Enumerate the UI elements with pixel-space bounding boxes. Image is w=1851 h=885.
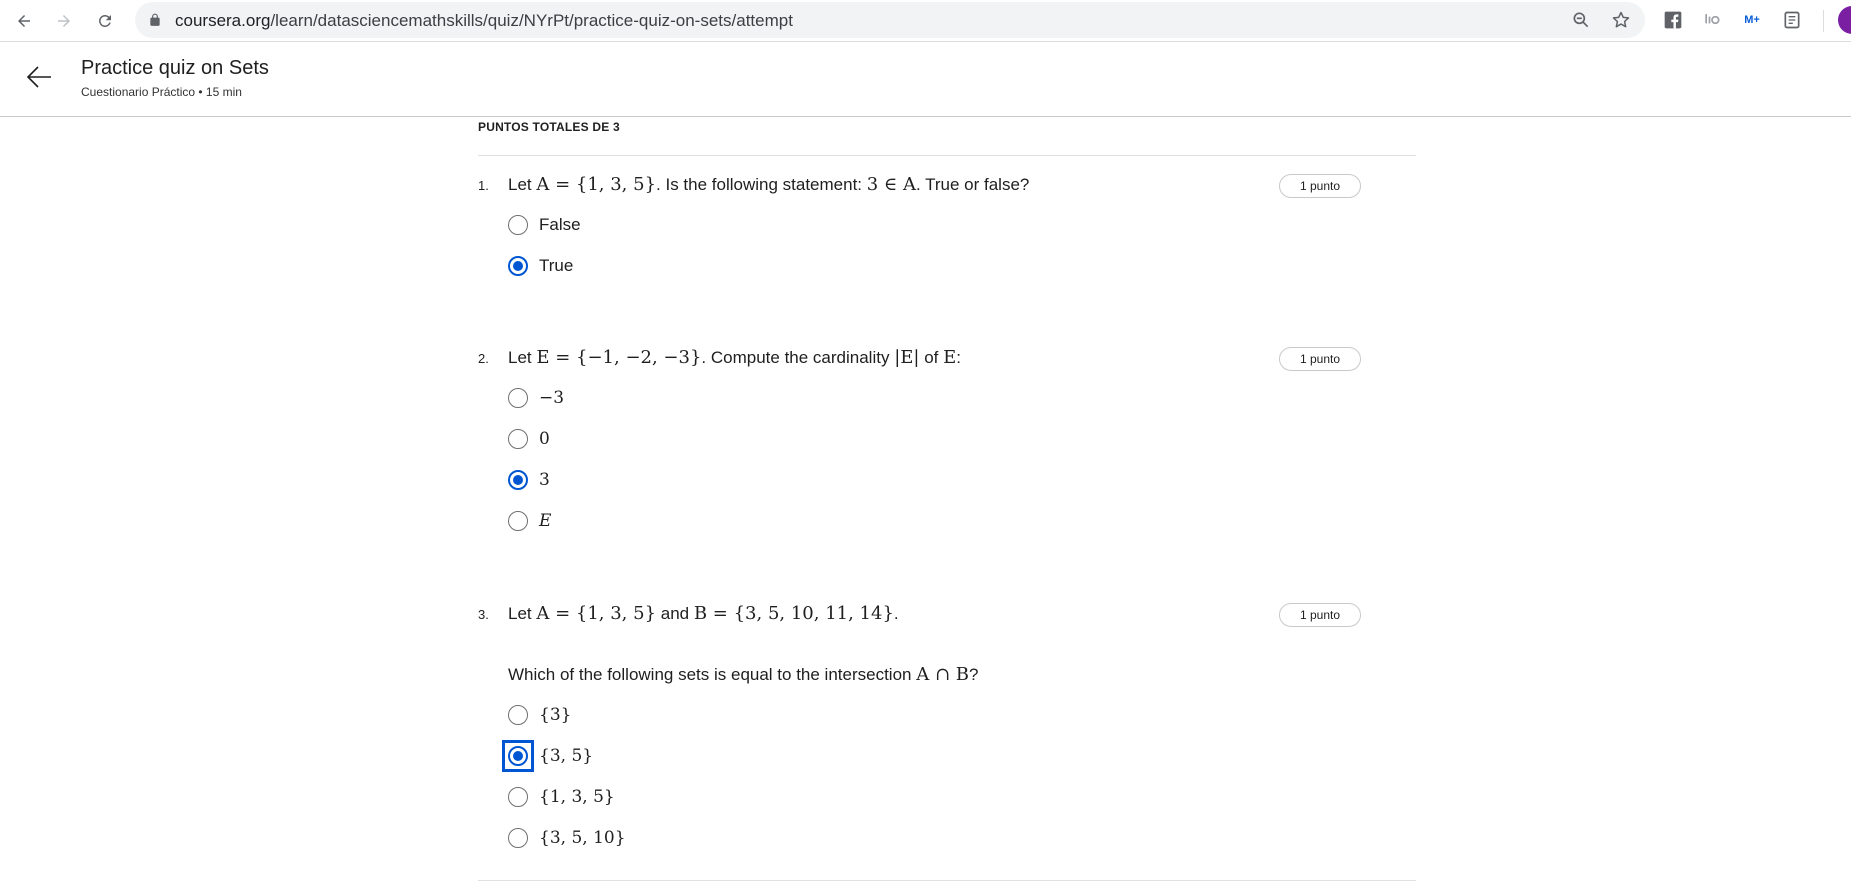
arrow-right-icon: [58, 15, 70, 27]
question-text-part: :: [956, 348, 961, 367]
question-text-part: and: [656, 604, 694, 623]
question-text-part: Let: [508, 175, 537, 194]
radio-button[interactable]: [508, 388, 528, 408]
math-expression: A = {1, 3, 5}: [536, 174, 657, 195]
option-set-3[interactable]: {3}: [508, 701, 571, 729]
option-e[interactable]: E: [508, 507, 551, 535]
url-path: /learn/datasciencemathskills/quiz/NYrPt/…: [270, 11, 793, 30]
page-subtitle: Cuestionario Práctico • 15 min: [81, 85, 242, 99]
question-text-part: Let: [508, 604, 537, 623]
question-text: Let E = {−1, −2, −3}. Compute the cardin…: [508, 347, 961, 368]
total-points: PUNTOS TOTALES DE 3: [478, 120, 620, 134]
scroll-ext-icon[interactable]: [1781, 9, 1803, 31]
question-text-part: . Is the following statement:: [656, 175, 867, 194]
math-expression: |E|: [894, 347, 920, 368]
profile-avatar[interactable]: [1838, 6, 1851, 34]
option-label: False: [539, 215, 581, 234]
question-text-part: Which of the following sets is equal to …: [508, 665, 917, 684]
address-bar[interactable]: coursera.org/learn/datasciencemathskills…: [135, 2, 1645, 38]
question-text-part: . Compute the cardinality: [701, 348, 895, 367]
question-text-part: of: [919, 348, 944, 367]
option-label: {1, 3, 5}: [539, 787, 615, 807]
reload-icon: [99, 15, 111, 27]
option-minus-3[interactable]: −3: [508, 384, 564, 412]
focus-ring: [502, 740, 534, 772]
question-subtext: Which of the following sets is equal to …: [508, 664, 978, 685]
radio-button[interactable]: [508, 215, 528, 235]
points-badge: 1 punto: [1279, 347, 1361, 371]
option-label: {3}: [539, 705, 572, 725]
lock-icon: [150, 13, 160, 26]
radio-button-selected[interactable]: [508, 256, 528, 276]
math-expression: 3 ∈ A: [866, 174, 916, 195]
music-ext-icon[interactable]: [1701, 9, 1723, 31]
option-true[interactable]: True: [508, 252, 573, 280]
back-button[interactable]: [10, 7, 38, 35]
facebook-icon[interactable]: [1662, 9, 1684, 31]
option-label: 0: [539, 429, 550, 449]
option-3[interactable]: 3: [508, 466, 550, 494]
radio-button-selected[interactable]: [508, 470, 528, 490]
option-label: E: [539, 511, 552, 531]
math-expression: A = {1, 3, 5}: [536, 603, 657, 624]
reload-button[interactable]: [91, 7, 119, 35]
forward-button[interactable]: [50, 7, 78, 35]
points-badge: 1 punto: [1279, 174, 1361, 198]
browser-toolbar: coursera.org/learn/datasciencemathskills…: [0, 0, 1851, 42]
movistar-icon[interactable]: M+: [1741, 9, 1763, 31]
math-expression: B = {3, 5, 10, 11, 14}: [693, 603, 894, 624]
url-domain: coursera.org: [175, 11, 271, 30]
bookmark-star-icon[interactable]: [1611, 10, 1631, 30]
back-arrow-icon[interactable]: [24, 62, 54, 92]
arrow-left-icon: [18, 15, 30, 27]
question-number: 3.: [478, 607, 489, 622]
math-expression: E: [943, 347, 957, 368]
quiz-header: Practice quiz on Sets Cuestionario Práct…: [0, 43, 1851, 117]
radio-button[interactable]: [508, 787, 528, 807]
divider: [478, 880, 1416, 881]
radio-button[interactable]: [508, 429, 528, 449]
option-false[interactable]: False: [508, 211, 581, 239]
math-expression: E = {−1, −2, −3}: [536, 347, 702, 368]
divider: [478, 155, 1416, 156]
question-text-part: ?: [968, 665, 979, 684]
option-label: 3: [539, 470, 550, 490]
option-0[interactable]: 0: [508, 425, 550, 453]
toolbar-separator: [1823, 10, 1824, 32]
points-badge: 1 punto: [1279, 603, 1361, 627]
question-text-part: . True or false?: [915, 175, 1030, 194]
zoom-icon[interactable]: [1571, 10, 1591, 30]
radio-button-selected[interactable]: [508, 746, 528, 766]
radio-button[interactable]: [508, 511, 528, 531]
url-text: coursera.org/learn/datasciencemathskills…: [175, 11, 793, 31]
option-set-3-5[interactable]: {3, 5}: [502, 740, 594, 772]
question-text: Let A = {1, 3, 5} and B = {3, 5, 10, 11,…: [508, 603, 899, 624]
math-expression: A ∩ B: [916, 664, 969, 685]
question-text-part: .: [893, 604, 899, 623]
question-number: 2.: [478, 351, 489, 366]
radio-button[interactable]: [508, 828, 528, 848]
option-label: −3: [539, 388, 565, 408]
page-title: Practice quiz on Sets: [81, 57, 269, 79]
option-set-3-5-10[interactable]: {3, 5, 10}: [508, 824, 626, 852]
question-text: Let A = {1, 3, 5}. Is the following stat…: [508, 174, 1029, 195]
question-number: 1.: [478, 178, 489, 193]
option-label: True: [539, 256, 574, 275]
radio-button[interactable]: [508, 705, 528, 725]
option-label: {3, 5}: [539, 746, 594, 766]
question-text-part: Let: [508, 348, 537, 367]
option-label: {3, 5, 10}: [539, 828, 626, 848]
option-set-1-3-5[interactable]: {1, 3, 5}: [508, 783, 615, 811]
